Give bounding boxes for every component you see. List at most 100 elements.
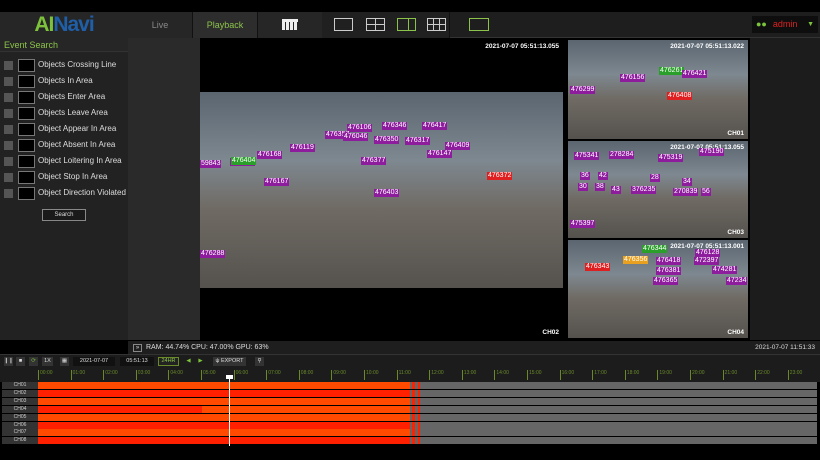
user-menu[interactable]: ●● admin ▼ [752, 16, 818, 33]
layout-1plus3-icon[interactable] [397, 18, 416, 31]
date-field[interactable]: 2021-07-07 [73, 357, 115, 366]
detection-label: 476168 [257, 151, 283, 159]
timeline-row-ch07[interactable]: CH07 [0, 429, 820, 437]
recorded-segment[interactable] [38, 421, 410, 429]
event-segment[interactable] [412, 382, 415, 389]
event-segment[interactable] [412, 421, 415, 429]
timeline-row-ch03[interactable]: CH03 [0, 397, 820, 406]
video-ch03[interactable]: 2021-07-07 05:51:13.055 CH03 475341 27828… [568, 141, 748, 238]
event-object-absent[interactable]: Object Absent In Area [4, 138, 115, 152]
event-segment[interactable] [418, 382, 420, 389]
video-frame [568, 240, 748, 338]
hour-tick: 21:00 [722, 370, 737, 380]
recording-bar[interactable] [38, 405, 817, 413]
checkbox[interactable] [4, 92, 13, 102]
event-object-appear[interactable]: Object Appear In Area [4, 122, 116, 136]
fullscreen-icon[interactable] [469, 18, 489, 31]
event-segment[interactable] [412, 397, 415, 405]
checkbox[interactable] [4, 156, 13, 166]
recorded-segment[interactable] [38, 429, 410, 437]
timeline-row-ch01[interactable]: CH01 [0, 382, 820, 390]
tab-playback[interactable]: Playback [193, 12, 258, 38]
recorded-segment[interactable] [38, 405, 410, 413]
detection-label: 472397 [694, 257, 720, 265]
playhead[interactable] [226, 375, 233, 446]
event-objects-enter-area[interactable]: Objects Enter Area [4, 90, 105, 104]
next-icon[interactable]: ▶ [197, 357, 204, 366]
event-segment[interactable] [418, 429, 420, 437]
video-ch01[interactable]: 2021-07-07 05:51:13.022 CH01 476299 47615… [568, 40, 748, 139]
checkbox[interactable] [4, 76, 13, 86]
hour-tick: 19:00 [657, 370, 672, 380]
video-ch02[interactable]: 2021-07-07 05:51:13.055 CH02 476106 47634… [200, 40, 563, 338]
checkbox[interactable] [4, 188, 13, 198]
event-segment[interactable] [412, 405, 415, 413]
checkbox[interactable] [4, 60, 13, 70]
event-segment[interactable] [418, 389, 420, 397]
recorded-segment[interactable] [38, 437, 410, 445]
calendar-icon[interactable]: ▦ [60, 357, 69, 366]
expand-icon[interactable]: » [133, 344, 142, 352]
hour-tick: 00:00 [38, 370, 53, 380]
recorded-segment[interactable] [38, 413, 410, 421]
recording-bar[interactable] [38, 413, 817, 421]
recording-bar[interactable] [38, 421, 817, 429]
event-direction-violated[interactable]: Object Direction Violated [4, 186, 126, 200]
event-segment[interactable] [418, 405, 420, 413]
recording-bar[interactable] [38, 437, 817, 445]
recorded-segment[interactable] [38, 389, 410, 397]
layout-4-icon[interactable] [366, 18, 385, 31]
layout-9-icon[interactable] [427, 18, 446, 31]
hour-tick: 03:00 [135, 370, 150, 380]
prev-icon[interactable]: ◀ [185, 357, 192, 366]
event-segment[interactable] [412, 389, 415, 397]
recording-bar[interactable] [38, 382, 817, 389]
recording-bar[interactable] [38, 389, 817, 397]
channel-label: CH01 [727, 130, 744, 137]
event-objects-in-area[interactable]: Objects In Area [4, 74, 93, 88]
event-segment[interactable] [418, 421, 420, 429]
event-segment[interactable] [418, 397, 420, 405]
timeline-row-ch08[interactable]: CH08 [0, 437, 820, 445]
status-bar: » RAM: 44.74% CPU: 47.00% GPU: 63% 2021-0… [128, 341, 820, 354]
event-segment[interactable] [418, 413, 420, 421]
export-button[interactable]: ψ EXPORT [213, 357, 246, 366]
checkbox[interactable] [4, 140, 13, 150]
event-segment[interactable] [412, 429, 415, 437]
event-segment[interactable] [418, 437, 420, 445]
layout-1-icon[interactable] [334, 18, 353, 31]
calendar-grid-button[interactable] [258, 12, 323, 38]
timeline-ruler[interactable]: 00:00 01:00 02:00 03:00 04:00 05:00 06:00 07:00… [0, 367, 820, 382]
event-object-stop[interactable]: Object Stop In Area [4, 170, 107, 184]
playhead-handle[interactable] [226, 375, 233, 379]
pause-icon[interactable]: ❙❙ [4, 357, 13, 366]
search-button[interactable]: Search [42, 209, 86, 221]
event-object-loitering[interactable]: Object Loitering In Area [4, 154, 122, 168]
recording-bar[interactable] [38, 397, 817, 405]
video-ch04[interactable]: 2021-07-07 05:51:13.001 CH04 476344 47612… [568, 240, 748, 338]
timeline-row-ch05[interactable]: CH05 [0, 413, 820, 422]
timeline-row-ch06[interactable]: CH06 [0, 421, 820, 430]
event-objects-leave-area[interactable]: Objects Leave Area [4, 106, 108, 120]
tab-live[interactable]: Live [128, 12, 193, 38]
event-segment[interactable] [412, 437, 415, 445]
checkbox[interactable] [4, 108, 13, 118]
zoom-icon[interactable]: ⚲ [255, 357, 264, 366]
stop-icon[interactable]: ■ [16, 357, 25, 366]
refresh-icon[interactable]: ⟳ [29, 357, 38, 366]
time-field[interactable]: 05:51:13 [120, 357, 154, 366]
timeline-row-ch02[interactable]: CH02 [0, 389, 820, 398]
detection-label: 38 [595, 183, 605, 191]
event-segment[interactable] [412, 413, 415, 421]
timeline-row-ch04[interactable]: CH04 [0, 405, 820, 414]
event-objects-crossing-line[interactable]: Objects Crossing Line [4, 58, 116, 72]
leave-area-icon [18, 106, 35, 120]
speed-button[interactable]: 1X [42, 357, 53, 366]
recording-bar[interactable] [38, 429, 817, 437]
checkbox[interactable] [4, 124, 13, 134]
range-button[interactable]: 24HR [158, 357, 179, 366]
detection-label: 476421 [682, 70, 708, 78]
recorded-segment[interactable] [38, 382, 410, 389]
recorded-segment[interactable] [38, 397, 410, 405]
checkbox[interactable] [4, 172, 13, 182]
